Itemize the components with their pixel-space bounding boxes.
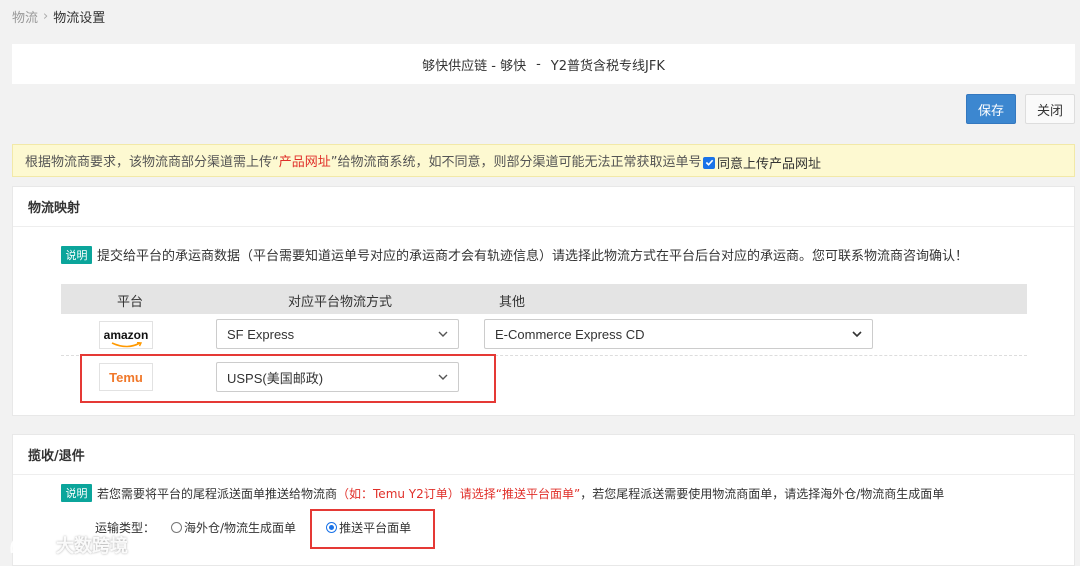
title-provider: 够快供应链 - 够快 bbox=[422, 58, 527, 74]
title-separator: - bbox=[536, 56, 541, 72]
watermark: 大数跨境 bbox=[8, 532, 128, 558]
close-button[interactable]: 关闭 bbox=[1025, 94, 1075, 124]
save-button[interactable]: 保存 bbox=[966, 94, 1016, 124]
column-header-platform: 平台 bbox=[117, 295, 144, 310]
info-tag: 说明 bbox=[61, 245, 92, 264]
title-channel: Y2普货含税专线JFK bbox=[550, 58, 665, 74]
amazon-carrier-value: SF Express bbox=[227, 326, 295, 342]
radio-overseas-text: 海外仓/物流生成面单 bbox=[184, 521, 297, 535]
radio-overseas-label[interactable]: 海外仓/物流生成面单 bbox=[171, 519, 296, 536]
amazon-logo: amazon bbox=[99, 321, 153, 349]
notice-bar: 根据物流商要求，该物流商部分渠道需上传“ 产品网址 ”给物流商系统，如不同意，则部分… bbox=[12, 144, 1075, 177]
notice-highlight: 产品网址 bbox=[278, 155, 331, 170]
amazon-other-value: E-Commerce Express CD bbox=[495, 326, 645, 342]
highlight-annotation-temu bbox=[80, 354, 496, 403]
watermark-text: 大数跨境 bbox=[56, 536, 128, 557]
notice-text-before: 根据物流商要求，该物流商部分渠道需上传“ bbox=[25, 155, 279, 170]
amazon-logo-text: amazon bbox=[103, 328, 149, 342]
checkbox-checked-icon[interactable] bbox=[703, 156, 715, 169]
amazon-carrier-select[interactable]: SF Express bbox=[216, 319, 459, 349]
breadcrumb: 物流 › 物流设置 bbox=[12, 7, 105, 26]
table-row: amazon SF Express E-Commerce Express CD bbox=[61, 314, 1027, 356]
pickup-desc-after: ，若您尾程派送需要使用物流商面单，请选择海外仓/物流商生成面单 bbox=[580, 486, 945, 501]
info-tag: 说明 bbox=[61, 484, 92, 502]
mapping-panel: 物流映射 说明 提交给平台的承运商数据（平台需要知道运单号对应的承运商才会有轨迹… bbox=[12, 186, 1075, 416]
amazon-smile-icon bbox=[111, 342, 143, 348]
pickup-desc-before: 若您需要将平台的尾程派送面单推送给物流商 bbox=[97, 486, 338, 501]
highlight-annotation-push bbox=[310, 509, 435, 549]
page-title: 够快供应链 - 够快 - Y2普货含税专线JFK bbox=[12, 44, 1075, 84]
pickup-panel-title: 揽收/退件 bbox=[13, 435, 1074, 475]
chevron-down-icon bbox=[438, 331, 448, 337]
column-header-carrier: 对应平台物流方式 bbox=[288, 295, 393, 310]
table-header: 平台 对应平台物流方式 其他 bbox=[61, 284, 1027, 314]
agree-upload-checkbox[interactable]: 同意上传产品网址 bbox=[703, 153, 821, 172]
pickup-panel: 揽收/退件 说明 若您需要将平台的尾程派送面单推送给物流商 （如：Temu Y2订… bbox=[12, 434, 1075, 566]
radio-unchecked-icon[interactable] bbox=[171, 522, 183, 533]
pickup-description: 说明 若您需要将平台的尾程派送面单推送给物流商 （如：Temu Y2订单）请选择“… bbox=[61, 484, 944, 502]
agree-upload-label: 同意上传产品网址 bbox=[717, 157, 822, 172]
watermark-logo-icon bbox=[10, 537, 48, 554]
amazon-other-select[interactable]: E-Commerce Express CD bbox=[484, 319, 873, 349]
mapping-panel-title: 物流映射 bbox=[13, 187, 1074, 227]
mapping-description-text: 提交给平台的承运商数据（平台需要知道运单号对应的承运商才会有轨迹信息）请选择此物… bbox=[97, 249, 969, 264]
breadcrumb-parent[interactable]: 物流 bbox=[12, 7, 38, 26]
column-header-other: 其他 bbox=[499, 295, 526, 310]
notice-text-after: ”给物流商系统，如不同意，则部分渠道可能无法正常获取运单号 bbox=[330, 155, 702, 170]
chevron-down-icon bbox=[852, 331, 862, 338]
chevron-right-icon: › bbox=[43, 9, 49, 24]
mapping-description: 说明 提交给平台的承运商数据（平台需要知道运单号对应的承运商才会有轨迹信息）请选… bbox=[61, 245, 968, 264]
pickup-desc-highlight: （如：Temu Y2订单）请选择“推送平台面单” bbox=[337, 486, 581, 501]
breadcrumb-current: 物流设置 bbox=[53, 11, 106, 26]
